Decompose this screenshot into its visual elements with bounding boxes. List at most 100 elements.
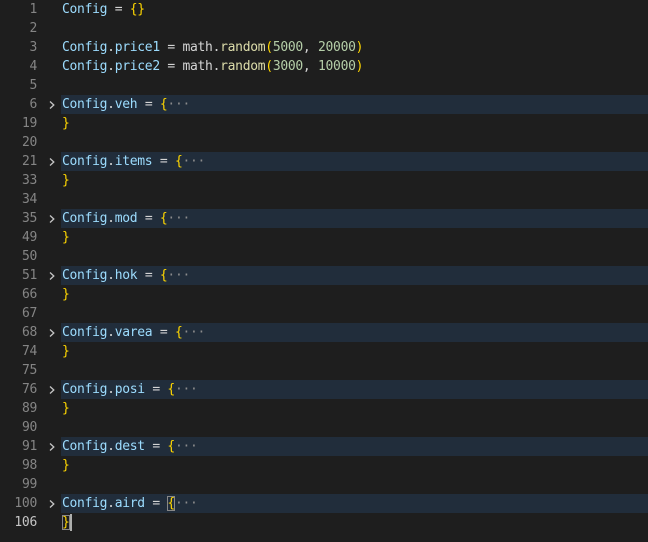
code-line[interactable]: 76 Config.posi = {··· — [0, 380, 648, 399]
code-content[interactable]: } — [61, 114, 648, 133]
code-token: . — [107, 325, 115, 340]
code-content[interactable]: Config.dest = {··· — [61, 437, 648, 456]
chevron-right-icon[interactable] — [46, 209, 58, 228]
code-content[interactable]: Config.price1 = math.random(5000, 20000) — [61, 38, 648, 57]
code-token: = — [144, 496, 168, 511]
code-line[interactable]: 51 Config.hok = {··· — [0, 266, 648, 285]
code-content[interactable]: Config.items = {··· — [61, 152, 648, 171]
code-line[interactable]: 1 Config = {} — [0, 0, 648, 19]
code-content[interactable] — [61, 475, 648, 494]
code-line[interactable]: 21 Config.items = {··· — [0, 152, 648, 171]
code-content[interactable]: } — [61, 285, 648, 304]
code-content[interactable] — [61, 304, 648, 323]
code-content[interactable] — [61, 247, 648, 266]
code-content[interactable]: Config.aird = {··· — [61, 494, 648, 513]
code-line[interactable]: 99 — [0, 475, 648, 494]
folded-ellipsis[interactable]: ··· — [167, 97, 190, 112]
code-line[interactable]: 49} — [0, 228, 648, 247]
folded-ellipsis[interactable]: ··· — [175, 496, 198, 511]
line-number: 106 — [14, 515, 37, 530]
code-line[interactable]: 19} — [0, 114, 648, 133]
code-line[interactable]: 98} — [0, 456, 648, 475]
code-content[interactable] — [61, 190, 648, 209]
folded-ellipsis[interactable]: ··· — [175, 382, 198, 397]
code-line[interactable]: 4 Config.price2 = math.random(3000, 10000… — [0, 57, 648, 76]
code-content[interactable]: } — [61, 228, 648, 247]
code-token: Config — [62, 97, 108, 112]
code-content[interactable] — [61, 76, 648, 95]
code-content[interactable] — [61, 19, 648, 38]
code-token: . — [107, 496, 115, 511]
code-line[interactable]: 89} — [0, 399, 648, 418]
code-line[interactable]: 100 Config.aird = {··· — [0, 494, 648, 513]
code-line[interactable]: 68 Config.varea = {··· — [0, 323, 648, 342]
chevron-right-icon[interactable] — [46, 266, 58, 285]
code-content[interactable]: } — [61, 456, 648, 475]
code-content[interactable]: } — [61, 342, 648, 361]
code-line[interactable]: 91 Config.dest = {··· — [0, 437, 648, 456]
code-line[interactable]: 67 — [0, 304, 648, 323]
code-content[interactable] — [61, 133, 648, 152]
line-number: 19 — [21, 116, 37, 131]
chevron-right-icon[interactable] — [46, 380, 58, 399]
code-line[interactable]: 20 — [0, 133, 648, 152]
code-line[interactable]: 5 — [0, 76, 648, 95]
code-token: 10000 — [317, 59, 356, 74]
folded-ellipsis[interactable]: ··· — [175, 439, 198, 454]
code-content[interactable]: } — [61, 399, 648, 418]
line-number: 49 — [21, 230, 37, 245]
folded-ellipsis[interactable]: ··· — [182, 325, 205, 340]
code-token: } — [62, 287, 70, 302]
code-content[interactable]: Config.posi = {··· — [61, 380, 648, 399]
text-cursor — [69, 514, 72, 531]
folded-ellipsis[interactable]: ··· — [167, 211, 190, 226]
code-token: Config — [62, 496, 108, 511]
code-content[interactable]: Config.mod = {··· — [61, 209, 648, 228]
line-number: 6 — [29, 97, 37, 112]
code-line[interactable]: 66} — [0, 285, 648, 304]
chevron-right-icon[interactable] — [46, 494, 58, 513]
chevron-right-icon[interactable] — [46, 152, 58, 171]
code-token: = — [107, 2, 130, 17]
code-token: . — [212, 59, 221, 74]
code-line[interactable]: 90 — [0, 418, 648, 437]
chevron-right-icon[interactable] — [46, 95, 58, 114]
line-number: 21 — [21, 154, 37, 169]
code-token: } — [62, 173, 70, 188]
code-content[interactable]: } — [61, 513, 648, 532]
code-line[interactable]: 74} — [0, 342, 648, 361]
code-content[interactable]: Config.price2 = math.random(3000, 10000) — [61, 57, 648, 76]
code-token: . — [107, 154, 115, 169]
code-line[interactable]: 34 — [0, 190, 648, 209]
line-number: 91 — [21, 439, 37, 454]
line-number: 89 — [21, 401, 37, 416]
code-token: } — [62, 458, 70, 473]
code-content[interactable]: Config.varea = {··· — [61, 323, 648, 342]
code-content[interactable] — [61, 418, 648, 437]
code-token: } — [62, 116, 70, 131]
line-number: 34 — [21, 192, 37, 207]
chevron-right-icon[interactable] — [46, 437, 58, 456]
code-editor[interactable]: 1 Config = {} 2 3 Config.price1 = math.rando… — [0, 0, 648, 542]
code-line[interactable]: 3 Config.price1 = math.random(5000, 20000… — [0, 38, 648, 57]
code-token: ( — [265, 40, 273, 55]
code-token: = — [137, 97, 160, 112]
folded-ellipsis[interactable]: ··· — [167, 268, 190, 283]
code-content[interactable]: Config.hok = {··· — [61, 266, 648, 285]
code-line[interactable]: 35 Config.mod = {··· — [0, 209, 648, 228]
code-line[interactable]: 2 — [0, 19, 648, 38]
folded-ellipsis[interactable]: ··· — [182, 154, 205, 169]
code-content[interactable] — [61, 361, 648, 380]
code-line[interactable]: 106} — [0, 513, 648, 532]
code-line[interactable]: 75 — [0, 361, 648, 380]
chevron-right-icon[interactable] — [46, 323, 58, 342]
code-line[interactable]: 50 — [0, 247, 648, 266]
code-content[interactable]: Config = {} — [61, 0, 648, 19]
code-token: aird — [114, 496, 145, 511]
code-content[interactable]: } — [61, 171, 648, 190]
code-line[interactable]: 33} — [0, 171, 648, 190]
code-token: , — [302, 40, 318, 55]
code-line[interactable]: 6 Config.veh = {··· — [0, 95, 648, 114]
code-content[interactable]: Config.veh = {··· — [61, 95, 648, 114]
code-token: , — [302, 59, 318, 74]
